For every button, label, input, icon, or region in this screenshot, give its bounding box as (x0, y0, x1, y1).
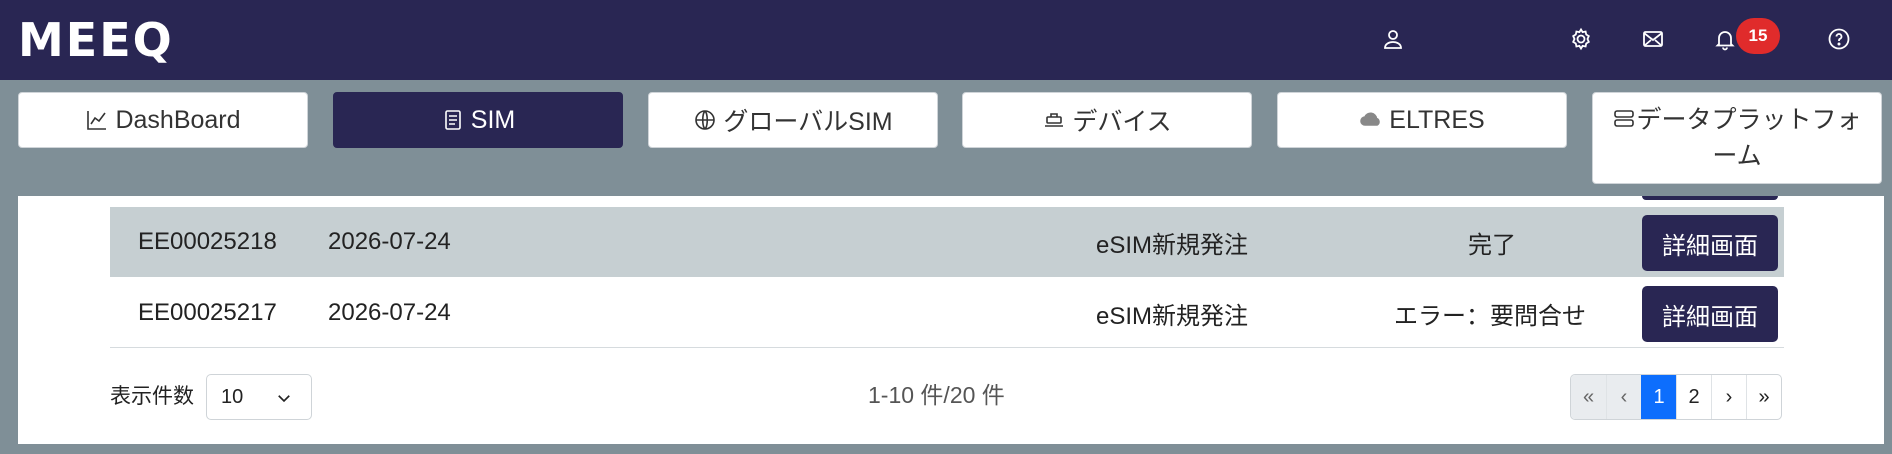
row-status: 完了 (1468, 231, 1516, 259)
nav-device-label: デバイス (1072, 108, 1172, 136)
page-prev-button[interactable]: ‹ (1606, 375, 1641, 419)
nav-sim[interactable]: SIM (333, 92, 623, 148)
mail-icon[interactable] (1636, 22, 1670, 56)
nav-device[interactable]: デバイス (962, 92, 1252, 148)
nav-dashboard[interactable]: DashBoard (18, 92, 308, 148)
nav-sim-label: SIM (470, 105, 516, 134)
globe-icon (695, 110, 716, 130)
chevron-down-icon (278, 395, 290, 403)
page-2-button[interactable]: 2 (1676, 375, 1711, 419)
range-text: 1-10 件/20 件 (868, 382, 1005, 408)
chart-icon (87, 111, 107, 130)
table-row: EE00025217 2026-07-24 eSIM新規発注 エラー：要問合せ … (110, 278, 1784, 348)
row-type: eSIM新規発注 (1096, 302, 1249, 330)
help-icon[interactable] (1822, 22, 1856, 56)
per-page-label: 表示件数 (110, 385, 194, 408)
row-type: eSIM新規発注 (1096, 231, 1249, 259)
nav-data-platform-label: データプラットフォーム (1603, 102, 1871, 174)
nav-data-platform[interactable]: データプラットフォーム (1592, 92, 1882, 184)
page-last-button[interactable]: » (1746, 375, 1781, 419)
page-1-button[interactable]: 1 (1641, 375, 1676, 419)
cloud-icon (1360, 112, 1381, 126)
gear-icon[interactable] (1564, 22, 1598, 56)
nav-global-sim-label: グローバルSIM (723, 108, 893, 136)
page-next-button[interactable]: › (1711, 375, 1746, 419)
notification-badge: 15 (1736, 18, 1780, 54)
server-icon (1614, 110, 1635, 127)
table-row: EE00025218 2026-07-24 eSIM新規発注 完了 詳細画面 (110, 207, 1784, 277)
nav-eltres-label: ELTRES (1389, 105, 1485, 134)
row-id: EE00025218 (138, 228, 277, 255)
nav-global-sim[interactable]: グローバルSIM (648, 92, 938, 148)
per-page-select[interactable]: 10 (206, 374, 312, 420)
scrolled-detail-button[interactable] (1642, 196, 1778, 200)
pagination: « ‹ 1 2 › » (1570, 374, 1782, 420)
user-icon[interactable] (1376, 22, 1410, 56)
document-icon (444, 110, 461, 130)
device-icon (1045, 113, 1064, 127)
row-id: EE00025217 (138, 299, 277, 326)
detail-button[interactable]: 詳細画面 (1642, 215, 1778, 271)
top-header: MEEQ 15 (0, 0, 1892, 80)
nav-eltres[interactable]: ELTRES (1277, 92, 1567, 148)
page-first-button[interactable]: « (1571, 375, 1606, 419)
meeq-logo[interactable]: MEEQ (18, 17, 174, 63)
per-page-value: 10 (221, 385, 244, 408)
detail-button[interactable]: 詳細画面 (1642, 286, 1778, 342)
row-date: 2026-07-24 (328, 228, 451, 255)
nav-dashboard-label: DashBoard (115, 105, 241, 134)
row-status: エラー：要問合せ (1394, 302, 1586, 330)
row-date: 2026-07-24 (328, 299, 451, 326)
